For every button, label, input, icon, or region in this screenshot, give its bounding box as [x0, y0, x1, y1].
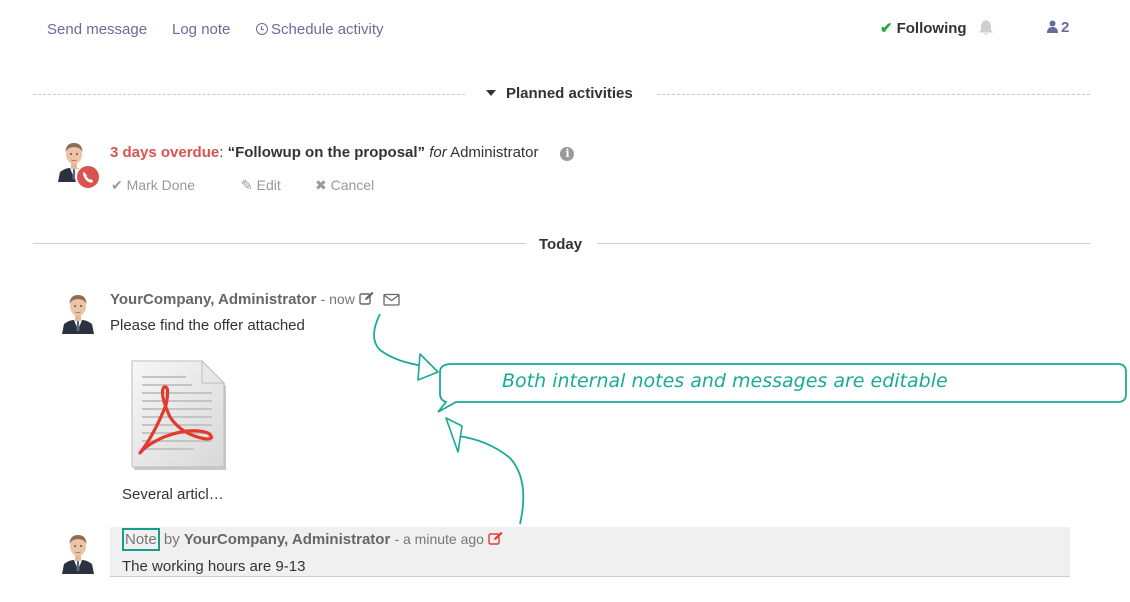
info-icon[interactable]: i: [560, 147, 575, 161]
note-date: - a minute ago: [394, 531, 484, 547]
for-label: for: [429, 144, 447, 161]
arrow-head: [445, 417, 463, 453]
message-date: - now: [320, 291, 355, 307]
edit-icon[interactable]: [488, 531, 504, 546]
planned-activities-toggle[interactable]: Planned activities: [486, 85, 633, 102]
check-icon: ✔: [111, 177, 123, 193]
bell-icon[interactable]: [978, 18, 994, 36]
message-author[interactable]: YourCompany, Administrator: [110, 291, 316, 308]
phone-icon: [75, 164, 101, 190]
note-label: Note: [122, 528, 160, 551]
date-separator: Today: [539, 236, 583, 253]
planned-activities-title: Planned activities: [506, 85, 633, 102]
following-button[interactable]: ✔ Following: [880, 19, 967, 37]
edit-icon[interactable]: [359, 291, 375, 306]
envelope-icon[interactable]: [383, 293, 400, 306]
separator-left: [33, 243, 526, 244]
pdf-file-icon[interactable]: [124, 355, 232, 473]
pencil-icon: ✎: [241, 177, 253, 193]
avatar: [60, 530, 96, 574]
attachment-name[interactable]: Several articl…: [122, 486, 224, 503]
activity-assignee: Administrator: [450, 144, 539, 161]
schedule-activity-button[interactable]: Schedule activity: [256, 21, 384, 38]
cancel-activity-button[interactable]: ✖ Cancel: [315, 177, 374, 194]
clock-icon: [256, 23, 268, 35]
overdue-label: 3 days overdue: [110, 144, 220, 161]
mark-done-button[interactable]: ✔ Mark Done: [111, 177, 195, 194]
separator-left: [33, 94, 465, 95]
message-header: YourCompany, Administrator - now: [110, 291, 400, 308]
log-note-button[interactable]: Log note: [172, 21, 230, 38]
activity-summary: 3 days overdue: “Followup on the proposa…: [110, 144, 575, 161]
separator-right: [597, 243, 1090, 244]
message-body: Please find the offer attached: [110, 317, 305, 334]
note-author[interactable]: YourCompany, Administrator: [184, 531, 390, 548]
mark-done-label: Mark Done: [126, 177, 196, 193]
arrow-from-note: [457, 435, 525, 525]
caret-down-icon: [486, 90, 496, 96]
schedule-activity-label: Schedule activity: [271, 21, 384, 38]
followers-count: 2: [1061, 19, 1070, 36]
user-icon: [1047, 20, 1058, 33]
note-body: The working hours are 9-13: [122, 558, 306, 575]
cancel-label: Cancel: [330, 177, 375, 193]
send-message-button[interactable]: Send message: [47, 21, 147, 38]
edit-activity-button[interactable]: ✎ Edit: [241, 177, 281, 194]
activity-title: “Followup on the proposal”: [227, 144, 426, 161]
callout-text: Both internal notes and messages are edi…: [502, 370, 948, 392]
check-icon: ✔: [880, 20, 893, 37]
following-label: Following: [896, 20, 967, 37]
followers-button[interactable]: 2: [1047, 19, 1069, 36]
avatar: [60, 290, 96, 334]
separator-right: [657, 94, 1090, 95]
close-icon: ✖: [315, 177, 327, 193]
note-header: Note by YourCompany, Administrator - a m…: [122, 528, 504, 551]
arrow-head: [417, 353, 439, 381]
note-by-label: by: [163, 531, 180, 548]
arrow-from-message: [373, 313, 425, 367]
edit-label: Edit: [256, 177, 281, 193]
